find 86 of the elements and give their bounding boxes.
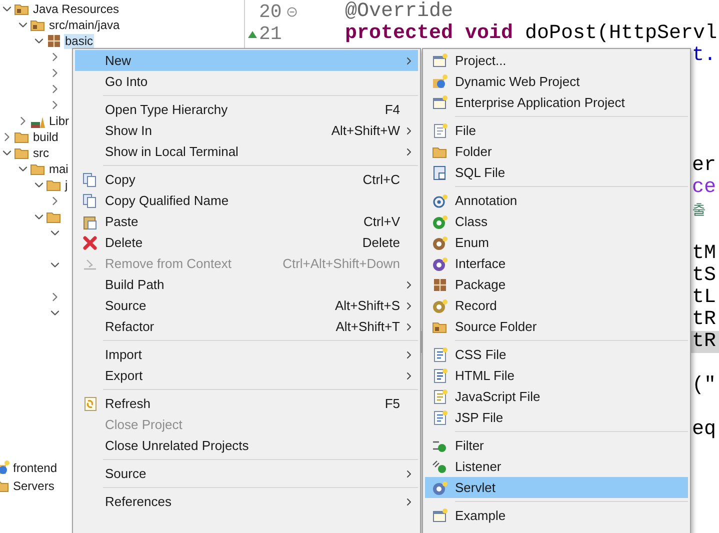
menu-item[interactable]: Project... xyxy=(425,50,688,71)
menu-item[interactable]: Source xyxy=(75,463,418,484)
menu-item[interactable]: Export xyxy=(75,365,418,386)
shortcut-label: Ctrl+V xyxy=(364,212,400,231)
menu-item[interactable]: CSS File xyxy=(425,344,688,365)
package-icon xyxy=(432,276,448,292)
menu-item[interactable]: Source Alt+Shift+S xyxy=(75,295,418,316)
database-file-icon xyxy=(432,164,448,180)
menu-item[interactable]: Source Folder xyxy=(425,316,688,337)
menu-item[interactable]: Open Type Hierarchy F4 xyxy=(75,99,418,120)
project-label[interactable]: Servers xyxy=(13,477,54,495)
menu-item[interactable]: Annotation xyxy=(425,190,688,211)
menu-item[interactable]: Dynamic Web Project xyxy=(425,71,688,92)
shortcut-label: Ctrl+Alt+Shift+Down xyxy=(282,254,400,273)
code-line: 출 xyxy=(692,202,706,221)
menu-item[interactable]: Package xyxy=(425,274,688,295)
menu-item[interactable]: Enum xyxy=(425,232,688,253)
tree-item-label[interactable]: basic xyxy=(64,34,94,48)
interface-icon xyxy=(432,256,448,272)
menu-item[interactable]: Folder xyxy=(425,141,688,162)
package-icon xyxy=(46,33,62,49)
menu-item[interactable]: Build Path xyxy=(75,274,418,295)
shortcut-label: Ctrl+C xyxy=(362,170,400,189)
fold-collapse-icon[interactable] xyxy=(287,7,297,17)
menu-item[interactable]: Refactor Alt+Shift+T xyxy=(75,316,418,337)
page-file-icon xyxy=(432,410,448,426)
copy-icon xyxy=(82,172,98,188)
menu-item[interactable]: Record xyxy=(425,295,688,316)
menu-item[interactable]: Filter xyxy=(425,435,688,456)
menu-item[interactable]: Paste Ctrl+V xyxy=(75,211,418,232)
menu-item[interactable]: JavaScript File xyxy=(425,386,688,407)
menu-item[interactable]: Import xyxy=(75,344,418,365)
menu-item[interactable]: Listener xyxy=(425,456,688,477)
shortcut-label: Alt+Shift+W xyxy=(331,122,400,140)
tree-item-label[interactable]: Java Resources xyxy=(32,2,120,16)
listener-icon xyxy=(432,458,448,474)
clipboard-icon xyxy=(82,214,98,230)
menu-item[interactable]: References xyxy=(75,491,418,512)
shortcut-label: F4 xyxy=(384,100,400,119)
class-icon xyxy=(432,214,448,230)
record-icon xyxy=(432,298,448,314)
window-icon xyxy=(432,508,448,524)
enum-icon xyxy=(432,234,448,250)
code-line: (" xyxy=(692,373,716,399)
tree-item-label[interactable]: build xyxy=(32,130,60,144)
style-file-icon xyxy=(432,346,448,362)
shortcut-label: Alt+Shift+T xyxy=(336,318,400,336)
new-file-icon xyxy=(432,122,448,138)
menu-item[interactable]: Class xyxy=(425,211,688,232)
refresh-icon xyxy=(82,396,98,412)
menu-item[interactable]: Show In Alt+Shift+W xyxy=(75,120,418,141)
menu-item[interactable]: Copy Qualified Name xyxy=(75,190,418,211)
menu-item[interactable]: HTML File xyxy=(425,365,688,386)
shortcut-label: Alt+Shift+S xyxy=(334,296,400,315)
menu-item[interactable]: Delete Delete xyxy=(75,232,418,253)
code-line: eq xyxy=(692,417,716,443)
shortcut-label: Delete xyxy=(362,234,400,252)
menu-item[interactable]: Go Into xyxy=(75,71,418,92)
script-file-icon xyxy=(432,388,448,404)
project-label[interactable]: frontend xyxy=(13,459,58,477)
menu-item[interactable]: File xyxy=(425,120,688,141)
menu-item[interactable]: JSP File xyxy=(425,407,688,428)
new-project-icon xyxy=(432,52,448,68)
menu-item[interactable]: Show in Local Terminal xyxy=(75,141,418,162)
override-marker-icon xyxy=(248,30,256,38)
tree-item-label[interactable]: mai xyxy=(48,162,70,176)
menu-item[interactable]: SQL File xyxy=(425,162,688,183)
menu-item[interactable]: Interface xyxy=(425,253,688,274)
menu-item[interactable]: Copy Ctrl+C xyxy=(75,169,418,190)
tree-item-label[interactable]: j xyxy=(64,178,69,192)
web-project-icon xyxy=(432,74,448,90)
shortcut-label: F5 xyxy=(384,394,400,413)
menu-item[interactable]: Example xyxy=(425,505,688,526)
menu-item[interactable]: Refresh F5 xyxy=(75,393,418,414)
menu-item[interactable]: Close Unrelated Projects xyxy=(75,435,418,456)
menu-item[interactable]: Servlet xyxy=(425,477,688,498)
new-project-icon xyxy=(432,94,448,110)
tree-item-label[interactable]: Libr xyxy=(48,114,70,128)
tree-item-label[interactable]: src/main/java xyxy=(48,18,121,32)
delete-icon xyxy=(82,234,98,250)
tree-item-label[interactable]: src xyxy=(32,146,50,160)
markup-file-icon xyxy=(432,368,448,384)
copy-icon xyxy=(82,192,98,208)
menu-item[interactable]: Enterprise Application Project xyxy=(425,92,688,113)
code-line: @Override xyxy=(345,0,454,24)
menu-item[interactable]: New xyxy=(75,50,418,71)
